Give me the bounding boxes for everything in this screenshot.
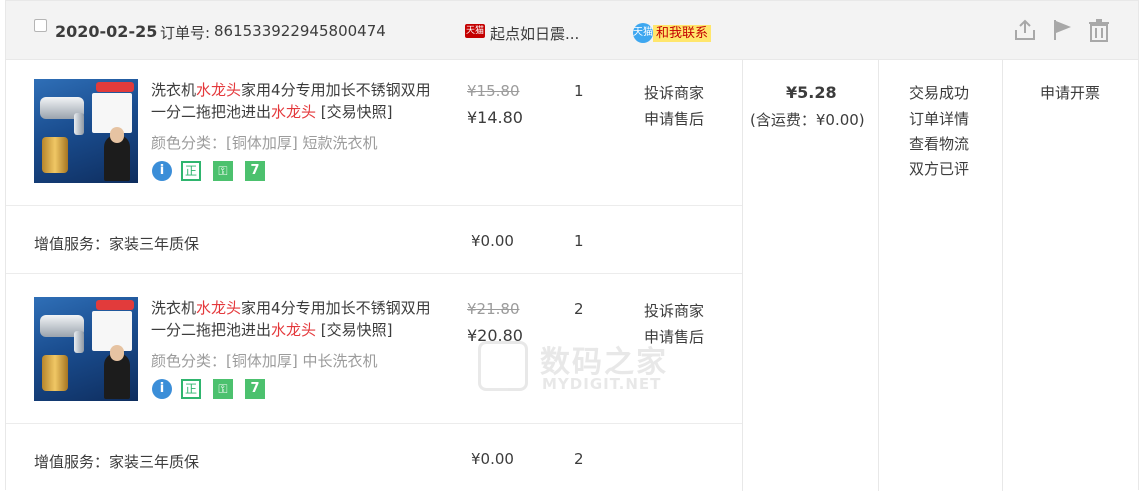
- product-title-link[interactable]: 洗衣机水龙头家用4分专用加长不锈钢双用一分二拖把池进出水龙头 [交易快照]: [151, 297, 436, 341]
- after-sale-link[interactable]: 申请售后: [644, 326, 704, 347]
- authentic-badge-icon[interactable]: 正: [181, 379, 201, 399]
- tmall-icon: 天猫: [465, 24, 485, 38]
- quantity: 2: [574, 300, 584, 318]
- column-divider: [878, 59, 879, 491]
- service-quantity: 2: [574, 450, 584, 468]
- row-divider: [6, 273, 742, 274]
- value-added-service: 增值服务：家装三年质保: [34, 235, 200, 253]
- unit-price: ¥14.80: [467, 108, 523, 127]
- trade-status: 交易成功: [909, 84, 970, 102]
- guarantee-badge-icon[interactable]: ⚿: [213, 161, 233, 181]
- order-header: 2020-02-25 订单号: 861533922945800474 天猫 起点…: [6, 1, 1138, 60]
- order-total: ¥5.28: [786, 83, 837, 102]
- product-sku: 颜色分类：[铜体加厚] 短款洗衣机: [151, 134, 378, 152]
- contact-seller-label: 和我联系: [653, 25, 712, 42]
- complain-seller-link[interactable]: 投诉商家: [644, 300, 704, 321]
- service-badges: i 正 ⚿ 7: [152, 379, 272, 399]
- product-sku: 颜色分类：[铜体加厚] 中长洗衣机: [151, 352, 378, 370]
- order-checkbox[interactable]: [34, 19, 47, 32]
- column-divider: [742, 59, 743, 491]
- view-logistics-link[interactable]: 查看物流: [909, 133, 969, 154]
- shipping-fee: (含运费：¥0.00): [750, 111, 865, 129]
- share-icon[interactable]: [1013, 18, 1037, 42]
- service-badges: i 正 ⚿ 7: [152, 161, 272, 181]
- product-title-link[interactable]: 洗衣机水龙头家用4分专用加长不锈钢双用一分二拖把池进出水龙头 [交易快照]: [151, 79, 436, 123]
- original-price: ¥15.80: [467, 82, 520, 100]
- column-divider: [1002, 59, 1003, 491]
- row-divider: [6, 205, 742, 206]
- authentic-badge-icon[interactable]: 正: [181, 161, 201, 181]
- order-date: 2020-02-25: [55, 22, 158, 41]
- trash-icon[interactable]: [1087, 18, 1111, 42]
- value-added-service: 增值服务：家装三年质保: [34, 453, 200, 471]
- order-number: 861533922945800474: [214, 22, 386, 40]
- guarantee-badge-icon[interactable]: ⚿: [213, 379, 233, 399]
- product-thumbnail[interactable]: [34, 297, 138, 401]
- request-invoice-link[interactable]: 申请开票: [1040, 82, 1100, 103]
- row-divider: [6, 423, 742, 424]
- product-thumbnail[interactable]: [34, 79, 138, 183]
- info-icon[interactable]: i: [152, 161, 172, 181]
- service-price: ¥0.00: [471, 232, 514, 250]
- seven-day-return-icon[interactable]: 7: [245, 379, 265, 399]
- service-quantity: 1: [574, 232, 584, 250]
- both-reviewed-link[interactable]: 双方已评: [909, 158, 969, 179]
- service-price: ¥0.00: [471, 450, 514, 468]
- flag-icon[interactable]: [1051, 18, 1075, 42]
- info-icon[interactable]: i: [152, 379, 172, 399]
- quantity: 1: [574, 82, 584, 100]
- order-card: 2020-02-25 订单号: 861533922945800474 天猫 起点…: [5, 0, 1139, 491]
- order-details-link[interactable]: 订单详情: [909, 108, 969, 129]
- order-number-label: 订单号:: [160, 24, 211, 42]
- watermark-logo-icon: [478, 341, 528, 391]
- complain-seller-link[interactable]: 投诉商家: [644, 82, 704, 103]
- trade-snapshot-link[interactable]: [交易快照]: [316, 103, 393, 121]
- unit-price: ¥20.80: [467, 326, 523, 345]
- after-sale-link[interactable]: 申请售后: [644, 108, 704, 129]
- shop-name-link[interactable]: 起点如日震...: [490, 23, 579, 44]
- trade-snapshot-link[interactable]: [交易快照]: [316, 321, 393, 339]
- watermark-url: MYDIGIT.NET: [542, 375, 662, 393]
- original-price: ¥21.80: [467, 300, 520, 318]
- seven-day-return-icon[interactable]: 7: [245, 161, 265, 181]
- chat-bubble-icon: 天猫: [633, 23, 653, 43]
